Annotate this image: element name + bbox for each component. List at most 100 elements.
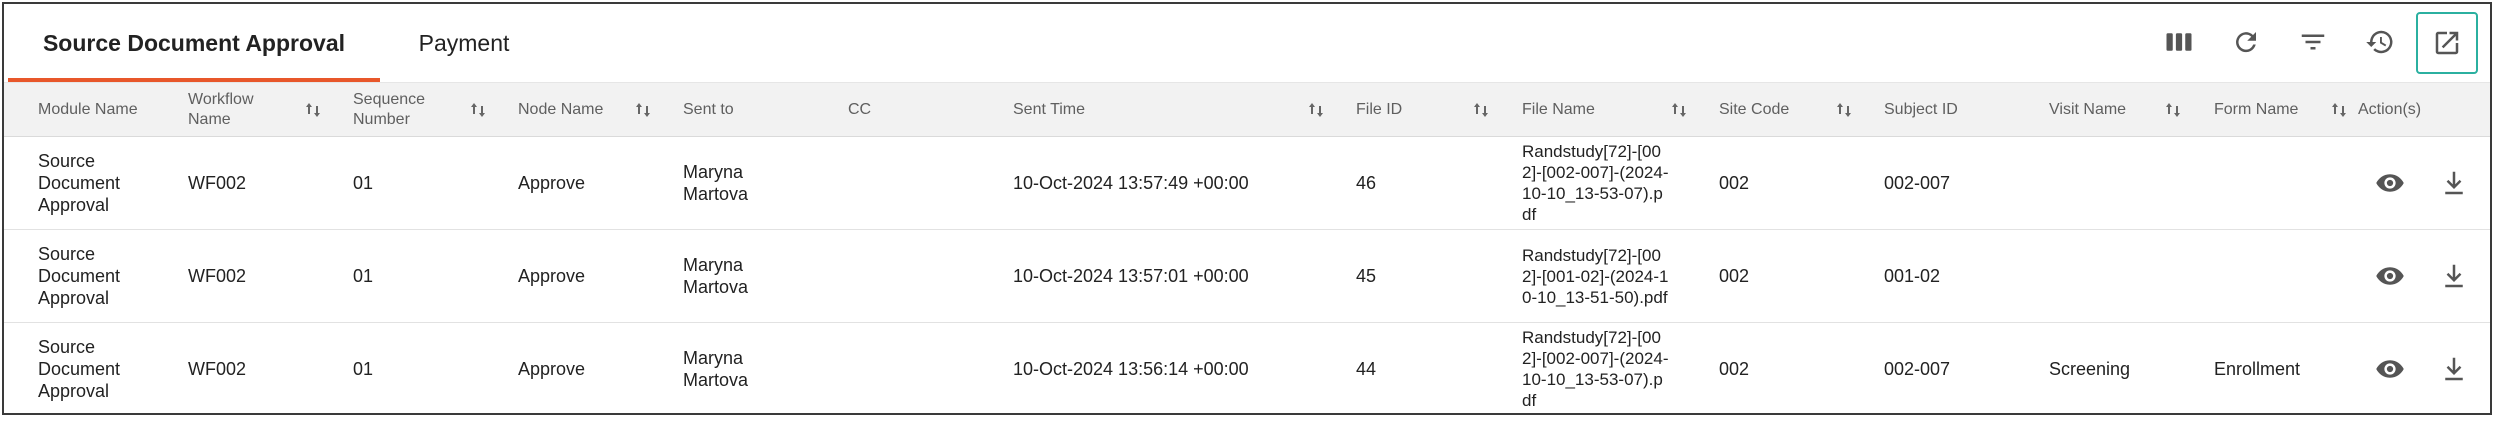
column-header-visit-name: Visit Name [2049, 83, 2159, 136]
header-label: CC [848, 100, 872, 118]
sort-workflow-name[interactable] [304, 100, 322, 120]
sort-icon [2332, 103, 2346, 117]
header-label: Module Name [38, 100, 138, 118]
table-header: Module Name Workflow Name Sequence Numbe… [4, 83, 2490, 137]
tab-source-document-approval[interactable]: Source Document Approval [8, 4, 380, 82]
sort-sequence-number[interactable] [469, 100, 487, 120]
cell-form-name [2214, 230, 2334, 322]
sort-site-code[interactable] [1835, 100, 1853, 120]
sort-icon [1474, 103, 1488, 117]
refresh-icon [2236, 32, 2256, 53]
header-label: Sent to [683, 100, 734, 118]
column-header-sent-to: Sent to [683, 83, 783, 136]
table-row[interactable]: Source Document Approval WF002 01 Approv… [4, 230, 2490, 323]
download-icon [2445, 171, 2463, 195]
filter-button[interactable] [2289, 18, 2337, 66]
tab-payment[interactable]: Payment [384, 4, 544, 82]
cell-node-name: Approve [518, 359, 586, 379]
cell-subject-id: 002-007 [1884, 173, 1951, 193]
cell-sequence-number: 01 [353, 359, 374, 379]
column-header-file-id: File ID [1356, 83, 1456, 136]
cell-file-id: 44 [1356, 359, 1377, 379]
cell-subject-id: 001-02 [1884, 266, 1941, 286]
column-header-subject-id: Subject ID [1884, 83, 2004, 136]
sort-icon [471, 103, 485, 117]
tab-label: Source Document Approval [42, 29, 346, 56]
eye-icon [2376, 360, 2404, 378]
header-label: Form Name [2214, 100, 2299, 118]
cell-cc [848, 323, 968, 415]
cell-workflow-name: WF002 [188, 266, 247, 286]
eye-icon [2376, 174, 2404, 192]
column-header-module-name: Module Name [38, 83, 148, 136]
sort-visit-name[interactable] [2164, 100, 2182, 120]
cell-sent-time: 10-Oct-2024 13:56:14 +00:00 [1013, 359, 1249, 379]
cell-sent-time: 10-Oct-2024 13:57:01 +00:00 [1013, 266, 1249, 286]
sort-icon [1837, 103, 1851, 117]
header-label: Visit Name [2049, 100, 2127, 118]
cell-module-name: Source Document Approval [38, 151, 121, 215]
sort-node-name[interactable] [634, 100, 652, 120]
cell-sent-to: Maryna Martova [683, 162, 749, 204]
column-header-sequence-number: Sequence Number [353, 83, 453, 136]
open-in-new-window-button[interactable] [2416, 12, 2478, 74]
cell-file-id: 45 [1356, 266, 1377, 286]
sort-form-name[interactable] [2330, 100, 2348, 120]
view-button[interactable] [2370, 163, 2410, 203]
tab-label: Payment [418, 29, 510, 56]
cell-cc [848, 137, 968, 229]
cell-site-code: 002 [1719, 266, 1750, 286]
filter-icon [2301, 34, 2325, 50]
sort-icon [2166, 103, 2180, 117]
sort-icon [1672, 103, 1686, 117]
header-label: File ID [1356, 100, 1403, 118]
history-button[interactable] [2356, 18, 2404, 66]
table-row[interactable]: Source Document Approval WF002 01 Approv… [4, 137, 2490, 230]
cell-sent-to: Maryna Martova [683, 255, 749, 297]
column-header-site-code: Site Code [1719, 83, 1819, 136]
cell-file-id: 46 [1356, 173, 1377, 193]
cell-module-name: Source Document Approval [38, 337, 121, 401]
sort-sent-time[interactable] [1307, 100, 1325, 120]
download-icon [2445, 264, 2463, 288]
download-button[interactable] [2434, 163, 2474, 203]
history-icon [2366, 30, 2393, 54]
cell-subject-id: 002-007 [1884, 359, 1951, 379]
sort-icon [306, 103, 320, 117]
column-header-file-name: File Name [1522, 83, 1642, 136]
table-row[interactable]: Source Document Approval WF002 01 Approv… [4, 323, 2490, 415]
cell-sent-time: 10-Oct-2024 13:57:49 +00:00 [1013, 173, 1249, 193]
refresh-button[interactable] [2222, 18, 2270, 66]
column-header-sent-time: Sent Time [1013, 83, 1163, 136]
download-button[interactable] [2434, 256, 2474, 296]
active-tab-indicator [8, 78, 380, 82]
app-window: Source Document Approval Payment Module … [2, 2, 2492, 415]
header-label: Action(s) [2358, 100, 2422, 118]
header-label: Sent Time [1013, 100, 1086, 118]
view-button[interactable] [2370, 256, 2410, 296]
header-label: Node Name [518, 100, 604, 118]
cell-workflow-name: WF002 [188, 173, 247, 193]
cell-visit-name [2049, 230, 2169, 322]
columns-icon [2166, 33, 2192, 51]
cell-file-name: Randstudy[72]-[002]-[002-007]-(2024-10-1… [1522, 328, 1669, 410]
header-label: Site Code [1719, 100, 1790, 118]
view-button[interactable] [2370, 349, 2410, 389]
open-external-icon [2435, 31, 2459, 55]
cell-visit-name: Screening [2049, 359, 2131, 379]
cell-node-name: Approve [518, 173, 586, 193]
download-button[interactable] [2434, 349, 2474, 389]
column-header-actions: Action(s) [2358, 83, 2458, 136]
cell-cc [848, 230, 968, 322]
sort-icon [1309, 103, 1323, 117]
columns-button[interactable] [2155, 18, 2203, 66]
sort-file-name[interactable] [1670, 100, 1688, 120]
column-header-cc: CC [848, 83, 908, 136]
sort-file-id[interactable] [1472, 100, 1490, 120]
cell-sequence-number: 01 [353, 266, 374, 286]
cell-workflow-name: WF002 [188, 359, 247, 379]
cell-form-name [2214, 137, 2334, 229]
download-icon [2445, 357, 2463, 381]
cell-visit-name [2049, 137, 2169, 229]
cell-sequence-number: 01 [353, 173, 374, 193]
